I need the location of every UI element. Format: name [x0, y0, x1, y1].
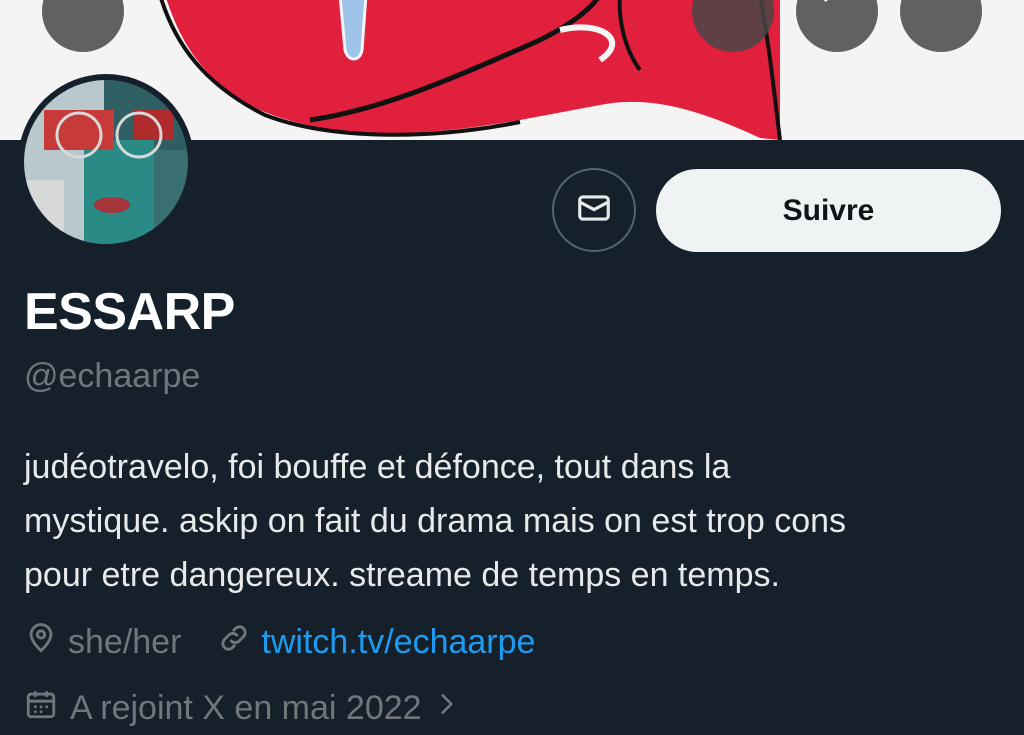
location-pin-icon — [24, 621, 68, 664]
location-item: she/her — [24, 621, 181, 664]
link-icon — [217, 621, 261, 664]
avatar-image — [24, 80, 188, 244]
website-item[interactable]: twitch.tv/echaarpe — [217, 621, 535, 664]
bio-line: pour etre dangereux. streame de temps en… — [24, 556, 780, 594]
follow-button[interactable]: Suivre — [656, 169, 1001, 252]
profile-name: ESSARP — [24, 283, 235, 341]
calendar-icon — [24, 687, 70, 730]
profile-meta: she/her twitch.tv/echaarpe — [24, 620, 571, 664]
bio-line: mystique. askip on fait du drama mais on… — [24, 502, 847, 540]
profile-avatar[interactable] — [18, 74, 194, 250]
message-button[interactable] — [552, 168, 636, 252]
chevron-right-icon — [422, 689, 460, 728]
joined-text: A rejoint X en mai 2022 — [70, 688, 422, 727]
bio-line: judéotravelo, foi bouffe et défonce, tou… — [24, 448, 731, 486]
profile-handle: @echaarpe — [24, 357, 201, 395]
profile-bio: judéotravelo, foi bouffe et défonce, tou… — [24, 440, 1004, 602]
mail-icon — [575, 189, 613, 232]
joined-date[interactable]: A rejoint X en mai 2022 — [24, 686, 460, 730]
website-link[interactable]: twitch.tv/echaarpe — [261, 623, 535, 662]
pronouns-text: she/her — [68, 622, 182, 661]
